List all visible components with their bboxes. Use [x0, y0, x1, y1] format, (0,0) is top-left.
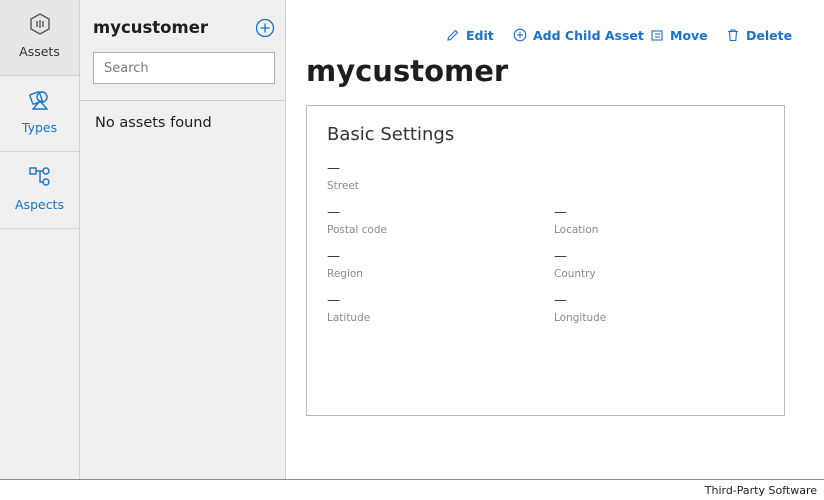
third-party-software-link[interactable]: Third-Party Software: [705, 484, 817, 497]
field-region: — Region: [327, 248, 363, 280]
add-circle-icon: [513, 28, 527, 42]
street-value: —: [327, 161, 340, 176]
divider: [80, 100, 285, 101]
add-child-asset-button[interactable]: Add Child Asset: [513, 26, 644, 44]
move-icon: [651, 30, 663, 41]
longitude-value: —: [554, 293, 567, 308]
edit-label: Edit: [466, 27, 494, 43]
search-input[interactable]: [93, 52, 275, 84]
country-value: —: [554, 249, 567, 264]
field-postal-code: — Postal code: [327, 204, 387, 236]
nav-label-assets: Assets: [19, 44, 60, 59]
app-window: Assets Types Aspects mycustomer Search N…: [0, 0, 824, 480]
latitude-value: —: [327, 293, 340, 308]
asset-tree-panel: mycustomer No assets found: [80, 0, 286, 479]
country-label: Country: [554, 268, 596, 280]
basic-settings-card: Basic Settings — Street — Postal code — …: [306, 105, 785, 416]
postal-code-value: —: [327, 205, 340, 220]
nav-item-aspects[interactable]: Aspects: [0, 153, 79, 229]
nav-label-aspects: Aspects: [15, 197, 64, 212]
tree-title: mycustomer: [93, 18, 209, 37]
delete-button[interactable]: Delete: [726, 26, 792, 44]
edit-button[interactable]: Edit: [446, 26, 494, 44]
page-title: mycustomer: [306, 54, 509, 88]
postal-code-label: Postal code: [327, 224, 387, 236]
field-longitude: — Longitude: [554, 292, 606, 324]
empty-message: No assets found: [95, 115, 212, 131]
types-icon: [29, 91, 49, 110]
location-value: —: [554, 205, 567, 220]
footer-bar: Third-Party Software: [0, 480, 824, 500]
pencil-icon: [447, 29, 459, 41]
region-value: —: [327, 249, 340, 264]
field-location: — Location: [554, 204, 598, 236]
field-country: — Country: [554, 248, 596, 280]
nav-label-types: Types: [21, 120, 58, 135]
move-button[interactable]: Move: [650, 26, 708, 44]
delete-label: Delete: [746, 27, 793, 43]
add-asset-icon[interactable]: [255, 18, 275, 38]
location-label: Location: [554, 224, 599, 236]
street-label: Street: [327, 180, 359, 192]
latitude-label: Latitude: [327, 312, 371, 324]
region-label: Region: [327, 268, 363, 280]
trash-icon: [728, 29, 738, 42]
add-child-asset-label: Add Child Asset: [533, 27, 644, 43]
longitude-label: Longitude: [554, 312, 607, 324]
assets-icon: [30, 13, 50, 35]
card-title: Basic Settings: [327, 124, 455, 145]
move-label: Move: [670, 27, 708, 43]
field-latitude: — Latitude: [327, 292, 370, 324]
field-street: — Street: [327, 160, 359, 192]
nav-item-assets[interactable]: Assets: [0, 0, 79, 76]
main-content: Edit Add Child Asset Move Delete mycusto…: [286, 0, 824, 479]
nav-item-types[interactable]: Types: [0, 76, 79, 152]
aspects-icon: [29, 167, 50, 186]
left-nav: Assets Types Aspects: [0, 0, 80, 479]
